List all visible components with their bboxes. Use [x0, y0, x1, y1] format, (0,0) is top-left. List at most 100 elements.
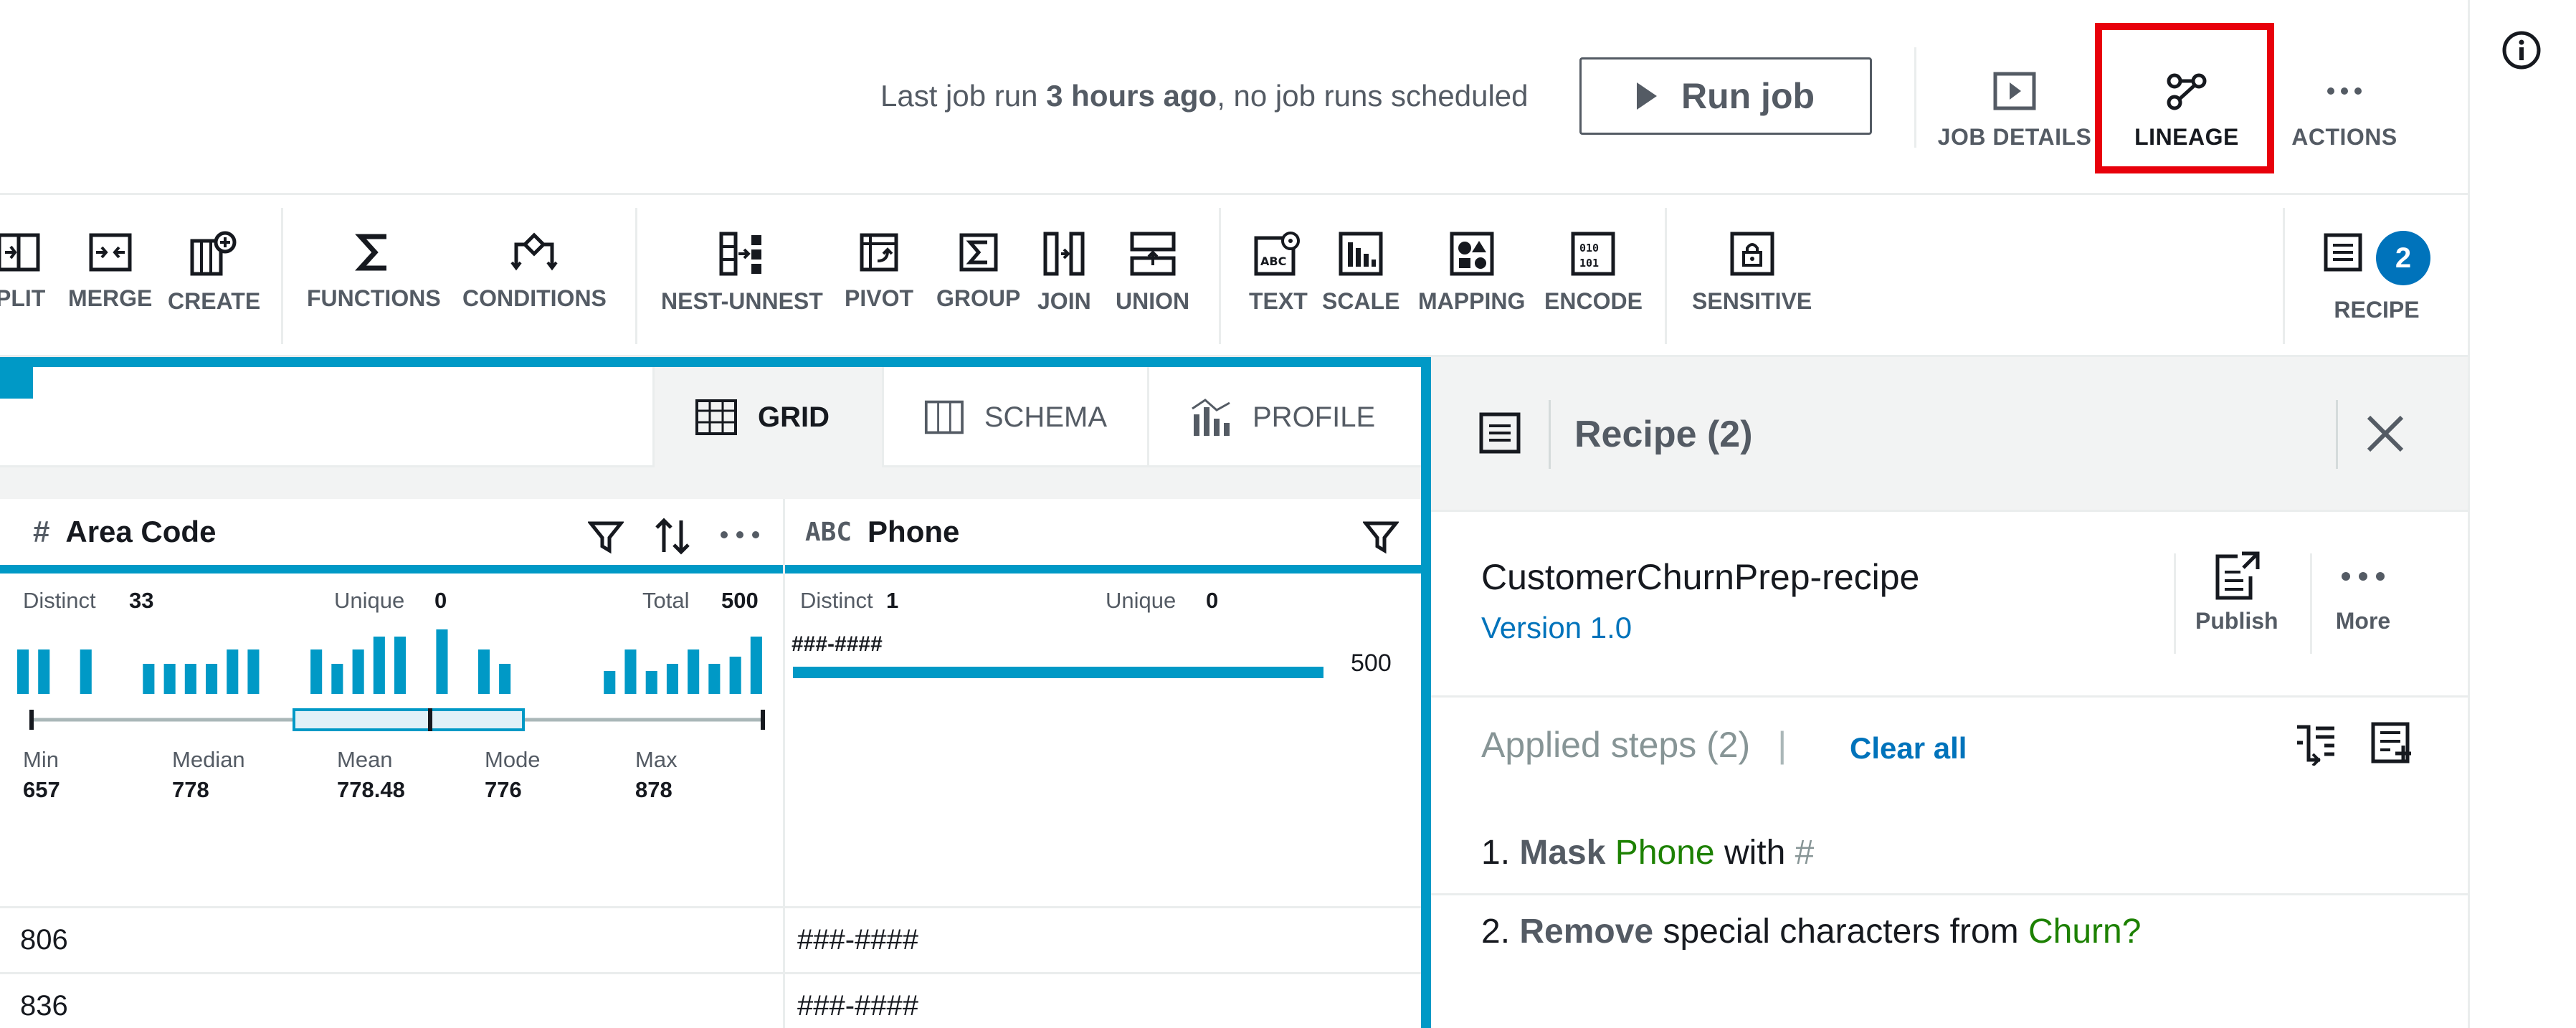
histogram-bar[interactable]	[163, 664, 176, 694]
histogram-bar[interactable]	[645, 671, 657, 694]
job-details-button[interactable]: JOB DETAILS	[1936, 57, 2093, 151]
filter-icon[interactable]	[588, 519, 624, 555]
unique-label: Unique	[334, 588, 405, 613]
number-type-icon: #	[33, 515, 50, 548]
close-icon[interactable]	[2363, 411, 2408, 456]
histogram-bar[interactable]	[436, 629, 448, 694]
create-column-icon	[190, 231, 237, 276]
publish-button[interactable]: Publish	[2195, 551, 2278, 634]
histogram-bar[interactable]	[604, 671, 616, 694]
pivot-tool-button[interactable]: PIVOT	[845, 231, 913, 312]
last-job-run-status: Last job run 3 hours ago, no job runs sc…	[880, 79, 1529, 113]
toolbar-divider	[1665, 208, 1667, 344]
actions-label: ACTIONS	[2291, 124, 2397, 150]
actions-button[interactable]: ACTIONS	[2280, 57, 2409, 151]
panel-menu-tab[interactable]	[0, 367, 33, 399]
histogram-bar[interactable]	[352, 649, 364, 694]
column-name-area-code: Area Code	[65, 515, 217, 548]
sort-icon[interactable]	[652, 516, 693, 556]
split-label: PLIT	[0, 285, 46, 311]
join-tool-button[interactable]: JOIN	[1037, 231, 1091, 315]
group-label: GROUP	[936, 285, 1021, 311]
area-code-histogram[interactable]	[0, 622, 783, 694]
more-dots-icon[interactable]	[717, 520, 763, 549]
scale-tool-button[interactable]: SCALE	[1322, 231, 1399, 315]
histogram-bar[interactable]	[729, 657, 741, 694]
phone-pattern-bar[interactable]	[793, 667, 1323, 678]
more-label: More	[2335, 608, 2391, 634]
histogram-bar[interactable]	[688, 649, 700, 694]
histogram-bar[interactable]	[477, 649, 490, 694]
group-tool-button[interactable]: GROUP	[936, 231, 1020, 312]
recipe-step-2[interactable]: 2. Remove special characters from Churn?	[1481, 912, 2141, 951]
histogram-bar[interactable]	[708, 664, 721, 694]
recipe-toggle-button[interactable]: 2 RECIPE	[2323, 231, 2430, 323]
nest-unnest-tool-button[interactable]: NEST-UNNEST	[661, 231, 823, 315]
histogram-bar[interactable]	[206, 664, 218, 694]
lock-icon	[1730, 232, 1774, 276]
histogram-bar[interactable]	[666, 664, 678, 694]
merge-tool-button[interactable]: MERGE	[68, 231, 152, 312]
conditions-tool-button[interactable]: CONDITIONS	[462, 231, 607, 312]
unique-value: 0	[434, 588, 447, 613]
tab-grid[interactable]: GRID	[652, 367, 882, 467]
encode-icon: 010101	[1571, 232, 1615, 276]
histogram-bar[interactable]	[750, 637, 762, 694]
divider	[2174, 553, 2176, 654]
collapse-steps-icon[interactable]	[2294, 721, 2339, 766]
histogram-bar[interactable]	[373, 637, 385, 694]
median-value: 778	[172, 777, 209, 802]
split-icon	[0, 233, 40, 272]
create-tool-button[interactable]: CREATE	[168, 231, 260, 315]
text-type-icon: ABC	[805, 517, 852, 547]
info-icon[interactable]	[2500, 29, 2543, 72]
histogram-bar[interactable]	[310, 649, 323, 694]
sensitive-label: SENSITIVE	[1692, 288, 1812, 314]
add-step-icon[interactable]	[2370, 721, 2415, 766]
recipe-panel-header: Recipe (2)	[1431, 357, 2468, 512]
histogram-bar[interactable]	[17, 649, 29, 694]
filter-icon[interactable]	[1363, 519, 1399, 555]
conditions-icon	[510, 232, 559, 271]
tab-profile[interactable]: PROFILE	[1147, 367, 1421, 467]
unique-label: Unique	[1106, 588, 1177, 613]
sensitive-tool-button[interactable]: SENSITIVE	[1692, 231, 1812, 315]
mapping-tool-button[interactable]: MAPPING	[1418, 231, 1525, 315]
recipe-list-icon	[1479, 412, 1521, 454]
histogram-bar[interactable]	[247, 649, 260, 694]
union-tool-button[interactable]: UNION	[1116, 231, 1189, 315]
more-button[interactable]: More	[2334, 551, 2392, 634]
encode-tool-button[interactable]: 010 101 ENCODE	[1544, 231, 1643, 315]
histogram-bar[interactable]	[143, 664, 155, 694]
histogram-bar[interactable]	[227, 649, 239, 694]
unique-value: 0	[1206, 588, 1219, 613]
text-tool-button[interactable]: ABC TEXT	[1249, 231, 1308, 315]
area-code-boxplot[interactable]	[0, 705, 783, 734]
histogram-bar[interactable]	[331, 664, 343, 694]
histogram-bar[interactable]	[499, 664, 511, 694]
total-label: Total	[642, 588, 690, 613]
tab-schema[interactable]: SCHEMA	[882, 367, 1147, 467]
recipe-step-1[interactable]: 1. Mask Phone with #	[1481, 833, 1814, 872]
divider	[1431, 695, 2468, 698]
split-tool-button[interactable]: PLIT	[0, 231, 45, 312]
recipe-version-link[interactable]: Version 1.0	[1481, 611, 1632, 645]
histogram-bar[interactable]	[38, 649, 50, 694]
functions-tool-button[interactable]: FUNCTIONS	[307, 231, 441, 312]
text-label: TEXT	[1249, 288, 1308, 314]
column-header-phone[interactable]: ABC Phone	[785, 499, 1421, 574]
histogram-bar[interactable]	[624, 649, 637, 694]
join-label: JOIN	[1037, 288, 1091, 314]
toolbar-divider	[635, 208, 637, 344]
run-job-button[interactable]: Run job	[1579, 57, 1872, 135]
right-side-strip	[2468, 0, 2576, 1028]
divider	[1431, 893, 2468, 895]
table-row[interactable]: 836 ###-####	[0, 972, 1421, 1028]
publish-icon	[2215, 551, 2260, 600]
histogram-bar[interactable]	[394, 637, 407, 694]
column-header-area-code[interactable]: # Area Code	[0, 499, 783, 574]
clear-all-link[interactable]: Clear all	[1850, 731, 1967, 766]
table-row[interactable]: 806 ###-####	[0, 906, 1421, 972]
histogram-bar[interactable]	[184, 664, 196, 694]
histogram-bar[interactable]	[80, 649, 92, 694]
